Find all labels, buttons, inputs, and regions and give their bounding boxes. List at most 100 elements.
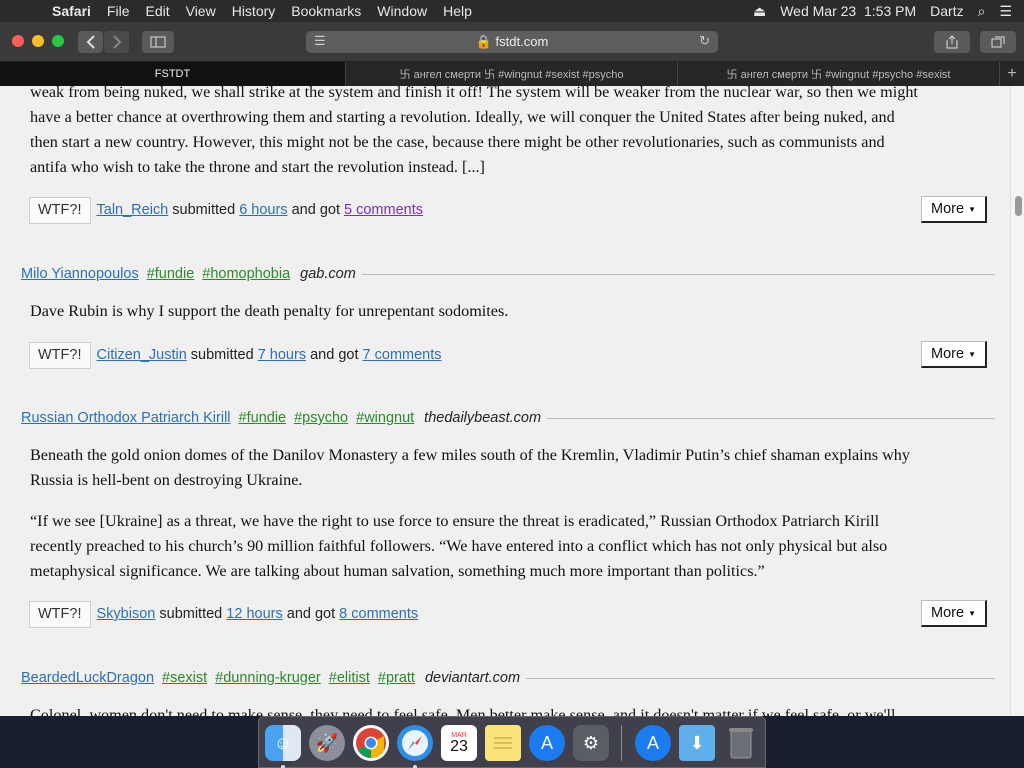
tab-bar: FSTDT 卐 ангел смерти 卐 #wingnut #sexist … (0, 62, 1024, 86)
menu-bookmarks[interactable]: Bookmarks (283, 3, 369, 19)
page-content: weak from being nuked, we shall strike a… (0, 86, 1010, 716)
url-text: fstdt.com (495, 34, 549, 49)
author-link[interactable]: Russian Orthodox Patriarch Kirill (21, 410, 231, 426)
tag-link[interactable]: #pratt (378, 670, 415, 686)
menu-safari[interactable]: Safari (44, 3, 99, 19)
app-store-icon[interactable]: A (529, 725, 565, 761)
tab-post-1[interactable]: 卐 ангел смерти 卐 #wingnut #sexist #psych… (346, 62, 678, 86)
forward-button[interactable] (104, 31, 129, 53)
menubar-clock[interactable]: Wed Mar 23 1:53 PM (780, 3, 916, 19)
app-store-downloads-icon[interactable]: A (635, 725, 671, 761)
more-button[interactable]: More ▼ (921, 341, 987, 368)
comments-link[interactable]: 8 comments (339, 606, 418, 622)
post-quote: weak from being nuked, we shall strike a… (30, 86, 990, 180)
menu-edit[interactable]: Edit (137, 3, 177, 19)
quote-line: antifa who wish to take the throne and s… (30, 158, 485, 176)
more-label: More (931, 346, 965, 362)
tab-post-2[interactable]: 卐 ангел смерти 卐 #wingnut #psycho #sexis… (678, 62, 1000, 86)
menu-window[interactable]: Window (369, 3, 435, 19)
dock: ☺ 🚀 MAR 23 A ⚙ A ⬇ (258, 716, 766, 768)
menu-view[interactable]: View (178, 3, 224, 19)
time-link[interactable]: 6 hours (239, 202, 287, 218)
tag-link[interactable]: #psycho (294, 410, 348, 426)
notes-icon[interactable] (485, 725, 521, 761)
tag-link[interactable]: #dunning-kruger (215, 670, 321, 686)
back-button[interactable] (78, 31, 103, 53)
caret-down-icon: ▼ (968, 349, 976, 359)
new-tab-button[interactable]: + (1000, 62, 1024, 86)
wtf-button[interactable]: WTF?! (29, 600, 91, 628)
post-header: Milo Yiannopoulos #fundie #homophobia ga… (21, 264, 995, 284)
comments-link[interactable]: 7 comments (363, 347, 442, 363)
tag-link[interactable]: #fundie (147, 266, 195, 282)
meta-text: and got (310, 347, 359, 363)
downloads-folder-icon[interactable]: ⬇ (679, 725, 715, 761)
address-bar[interactable]: ☰ 🔒 fstdt.com ↻ (306, 31, 718, 53)
chrome-icon[interactable] (353, 725, 389, 761)
post-quote: Beneath the gold onion domes of the Dani… (30, 443, 990, 493)
quote-line: metaphysical significance. We are talkin… (30, 562, 765, 580)
post-meta: WTF?! Skybison submitted 12 hours and go… (29, 600, 987, 628)
tag-link[interactable]: #homophobia (202, 266, 290, 282)
divider (361, 273, 995, 275)
post-meta: WTF?! Citizen_Justin submitted 7 hours a… (29, 341, 987, 369)
safari-icon[interactable] (397, 725, 433, 761)
caret-down-icon: ▼ (968, 204, 976, 214)
meta-text: and got (286, 606, 336, 622)
lock-icon: 🔒 (475, 34, 492, 49)
menu-history[interactable]: History (224, 3, 284, 19)
tab-fstdt[interactable]: FSTDT (0, 62, 346, 86)
more-label: More (931, 201, 965, 217)
meta-text: submitted (159, 606, 223, 622)
meta-text: submitted (190, 347, 254, 363)
dock-separator (621, 725, 622, 761)
scrollbar-thumb[interactable] (1015, 196, 1022, 216)
menu-help[interactable]: Help (435, 3, 480, 19)
more-button[interactable]: More ▼ (921, 600, 987, 627)
menu-file[interactable]: File (99, 3, 138, 19)
comments-link[interactable]: 5 comments (344, 202, 423, 218)
vertical-scrollbar[interactable] (1010, 86, 1024, 716)
close-window-button[interactable] (12, 35, 24, 47)
notification-center-icon[interactable]: ☰ (999, 3, 1012, 20)
compass-icon (402, 730, 428, 756)
time-link[interactable]: 7 hours (258, 347, 306, 363)
wtf-button[interactable]: WTF?! (29, 196, 91, 224)
calendar-icon[interactable]: MAR 23 (441, 725, 477, 761)
minimize-window-button[interactable] (32, 35, 44, 47)
tag-link[interactable]: #elitist (329, 670, 370, 686)
launchpad-icon[interactable]: 🚀 (309, 725, 345, 761)
trash-icon[interactable] (723, 725, 759, 761)
author-link[interactable]: Milo Yiannopoulos (21, 266, 139, 282)
tag-link[interactable]: #fundie (239, 410, 287, 426)
post-quote: “If we see [Ukraine] as a threat, we hav… (30, 509, 990, 584)
system-preferences-icon[interactable]: ⚙ (573, 725, 609, 761)
reload-icon[interactable]: ↻ (699, 33, 710, 49)
time-link[interactable]: 12 hours (226, 606, 282, 622)
divider (526, 677, 995, 679)
zoom-window-button[interactable] (52, 35, 64, 47)
tag-link[interactable]: #wingnut (356, 410, 414, 426)
chevron-left-icon (86, 35, 95, 49)
source-domain: gab.com (300, 266, 356, 282)
wtf-button[interactable]: WTF?! (29, 341, 91, 369)
chevron-right-icon (112, 35, 121, 49)
submitter-link[interactable]: Citizen_Justin (97, 347, 187, 363)
eject-icon[interactable]: ⏏ (753, 3, 766, 20)
calendar-day: 23 (450, 737, 468, 755)
sidebar-toggle-button[interactable] (142, 31, 174, 53)
more-button[interactable]: More ▼ (921, 196, 987, 223)
quote-line: Beneath the gold onion domes of the Dani… (30, 446, 910, 464)
author-link[interactable]: BeardedLuckDragon (21, 670, 154, 686)
share-button[interactable] (934, 31, 970, 53)
quote-line: “If we see [Ukraine] as a threat, we hav… (30, 512, 880, 530)
menubar-user[interactable]: Dartz (930, 3, 963, 19)
tag-link[interactable]: #sexist (162, 670, 207, 686)
submitter-link[interactable]: Taln_Reich (97, 202, 169, 218)
tab-overview-button[interactable] (980, 31, 1016, 53)
quote-line: Russia is hell-bent on destroying Ukrain… (30, 471, 303, 489)
spotlight-search-icon[interactable]: ⌕ (978, 3, 986, 20)
submitter-link[interactable]: Skybison (97, 606, 156, 622)
browser-toolbar: ☰ 🔒 fstdt.com ↻ (0, 22, 1024, 62)
finder-icon[interactable]: ☺ (265, 725, 301, 761)
